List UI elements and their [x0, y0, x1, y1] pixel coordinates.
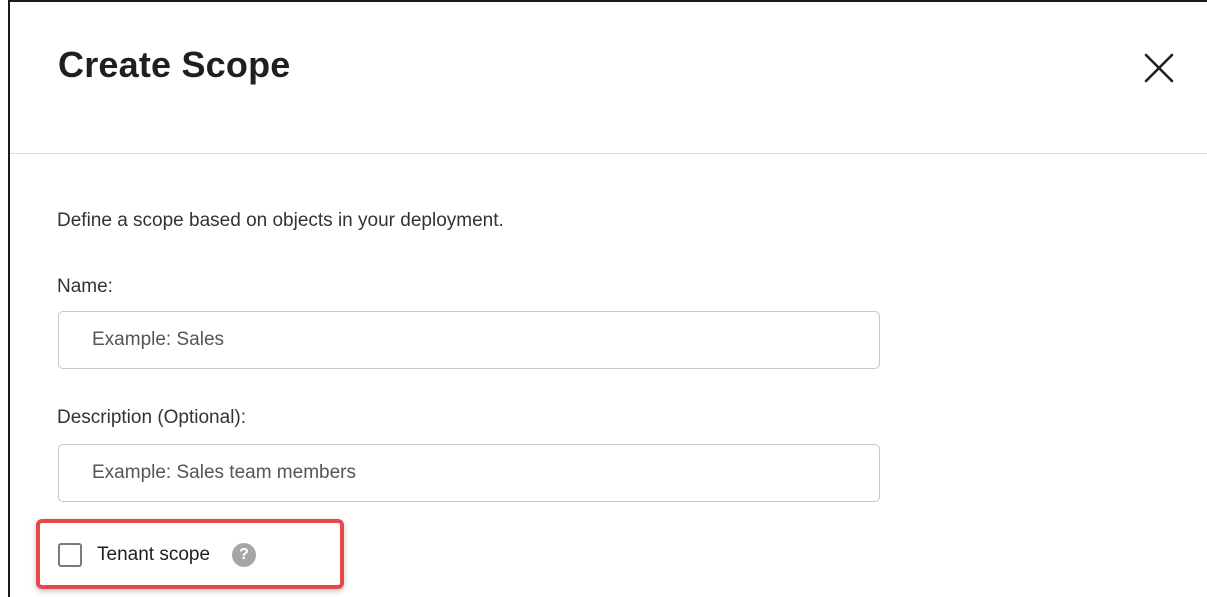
tenant-scope-row: Tenant scope ?	[58, 540, 257, 570]
close-button[interactable]	[1141, 50, 1177, 86]
close-icon	[1144, 53, 1174, 83]
tenant-scope-label[interactable]: Tenant scope	[97, 544, 210, 566]
question-mark-icon[interactable]: ?	[232, 543, 257, 567]
description-label: Description (Optional):	[57, 407, 247, 428]
create-scope-dialog: Create Scope Define a scope based on obj…	[8, 0, 1207, 597]
dialog-title: Create Scope	[58, 44, 291, 85]
name-input[interactable]	[58, 311, 880, 369]
name-label: Name:	[57, 276, 113, 297]
dialog-intro-text: Define a scope based on objects in your …	[57, 210, 504, 231]
tenant-scope-checkbox[interactable]	[58, 543, 82, 567]
description-input[interactable]	[58, 444, 880, 502]
dialog-header: Create Scope	[10, 2, 1207, 154]
